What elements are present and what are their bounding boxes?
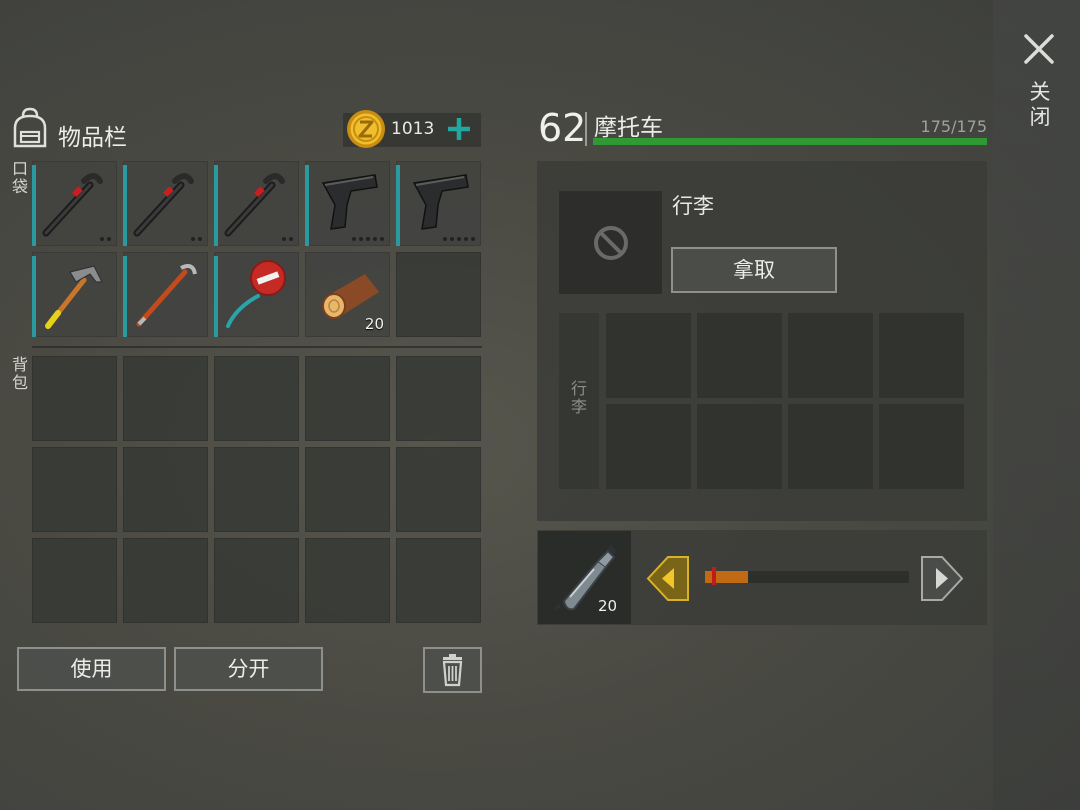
backpack-slot[interactable] [305, 447, 390, 532]
pocket-slot[interactable] [123, 252, 208, 337]
pistol-icon [321, 174, 378, 230]
level-separator [585, 112, 587, 146]
backpack-slot[interactable] [214, 447, 299, 532]
backpack-slot[interactable] [123, 538, 208, 623]
backpack-slot[interactable] [214, 356, 299, 441]
vehicle-name: 摩托车 [594, 115, 663, 141]
backpack-slot[interactable] [32, 538, 117, 623]
pry-bar-icon [136, 264, 197, 327]
backpack-slot[interactable] [305, 538, 390, 623]
close-icon[interactable] [1022, 32, 1056, 66]
fuel-slider-knob[interactable] [712, 567, 716, 585]
luggage-slot[interactable] [697, 313, 782, 398]
backpack-slot[interactable] [396, 538, 481, 623]
inventory-title: 物品栏 [58, 125, 127, 151]
arrow-left-icon[interactable] [646, 555, 690, 602]
stop-sign-icon [226, 260, 286, 328]
pocket-slot[interactable] [123, 161, 208, 246]
backpack-label: 背包 [11, 355, 28, 392]
backpack-slot[interactable] [32, 447, 117, 532]
take-button[interactable]: 拿取 [671, 247, 837, 293]
pocket-slot[interactable] [396, 252, 481, 337]
no-entry-icon [592, 224, 630, 262]
backpack-slot[interactable] [32, 356, 117, 441]
pocket-slot[interactable] [32, 161, 117, 246]
hp-bar-fill [593, 138, 987, 145]
luggage-slot[interactable] [606, 404, 691, 489]
luggage-side-label: 行李 [570, 379, 587, 416]
luggage-slot[interactable] [606, 313, 691, 398]
crowbar-icon [133, 173, 194, 237]
backpack-slot[interactable] [214, 538, 299, 623]
pocket-slot[interactable]: 20 [305, 252, 390, 337]
use-button[interactable]: 使用 [17, 647, 166, 691]
plus-icon[interactable] [444, 114, 474, 144]
pocket-slot[interactable] [214, 161, 299, 246]
close-label[interactable]: 关闭 [1027, 80, 1053, 130]
backpack-slot[interactable] [396, 356, 481, 441]
pocket-slot[interactable] [396, 161, 481, 246]
backpack-slot[interactable] [305, 356, 390, 441]
luggage-slot[interactable] [697, 404, 782, 489]
luggage-slot[interactable] [788, 404, 873, 489]
crowbar-icon [224, 173, 285, 237]
backpack-icon [9, 106, 51, 150]
arrow-right-icon[interactable] [920, 555, 964, 602]
luggage-slot[interactable] [879, 313, 964, 398]
log-quantity: 20 [364, 315, 384, 333]
divider [32, 346, 482, 348]
coin-value: 1013 [391, 119, 435, 139]
luggage-title: 行李 [672, 194, 714, 218]
split-button[interactable]: 分开 [174, 647, 323, 691]
backpack-slot[interactable] [123, 447, 208, 532]
pocket-slot[interactable] [214, 252, 299, 337]
pistol-icon [412, 174, 469, 230]
crowbar-icon [42, 173, 103, 237]
backpack-slot[interactable] [123, 356, 208, 441]
pocket-label: 口袋 [11, 159, 28, 196]
luggage-slot[interactable] [879, 404, 964, 489]
vehicle-level: 62 [538, 106, 587, 150]
vehicle-hp-text: 175/175 [920, 117, 987, 136]
trash-button[interactable] [423, 647, 482, 693]
coin-icon [345, 108, 387, 150]
pocket-slot[interactable] [305, 161, 390, 246]
luggage-slot[interactable] [788, 313, 873, 398]
trash-icon [442, 654, 463, 687]
pocket-slot[interactable] [32, 252, 117, 337]
backpack-slot[interactable] [396, 447, 481, 532]
hammer-icon [45, 265, 103, 329]
fuel-quantity: 20 [598, 597, 618, 615]
